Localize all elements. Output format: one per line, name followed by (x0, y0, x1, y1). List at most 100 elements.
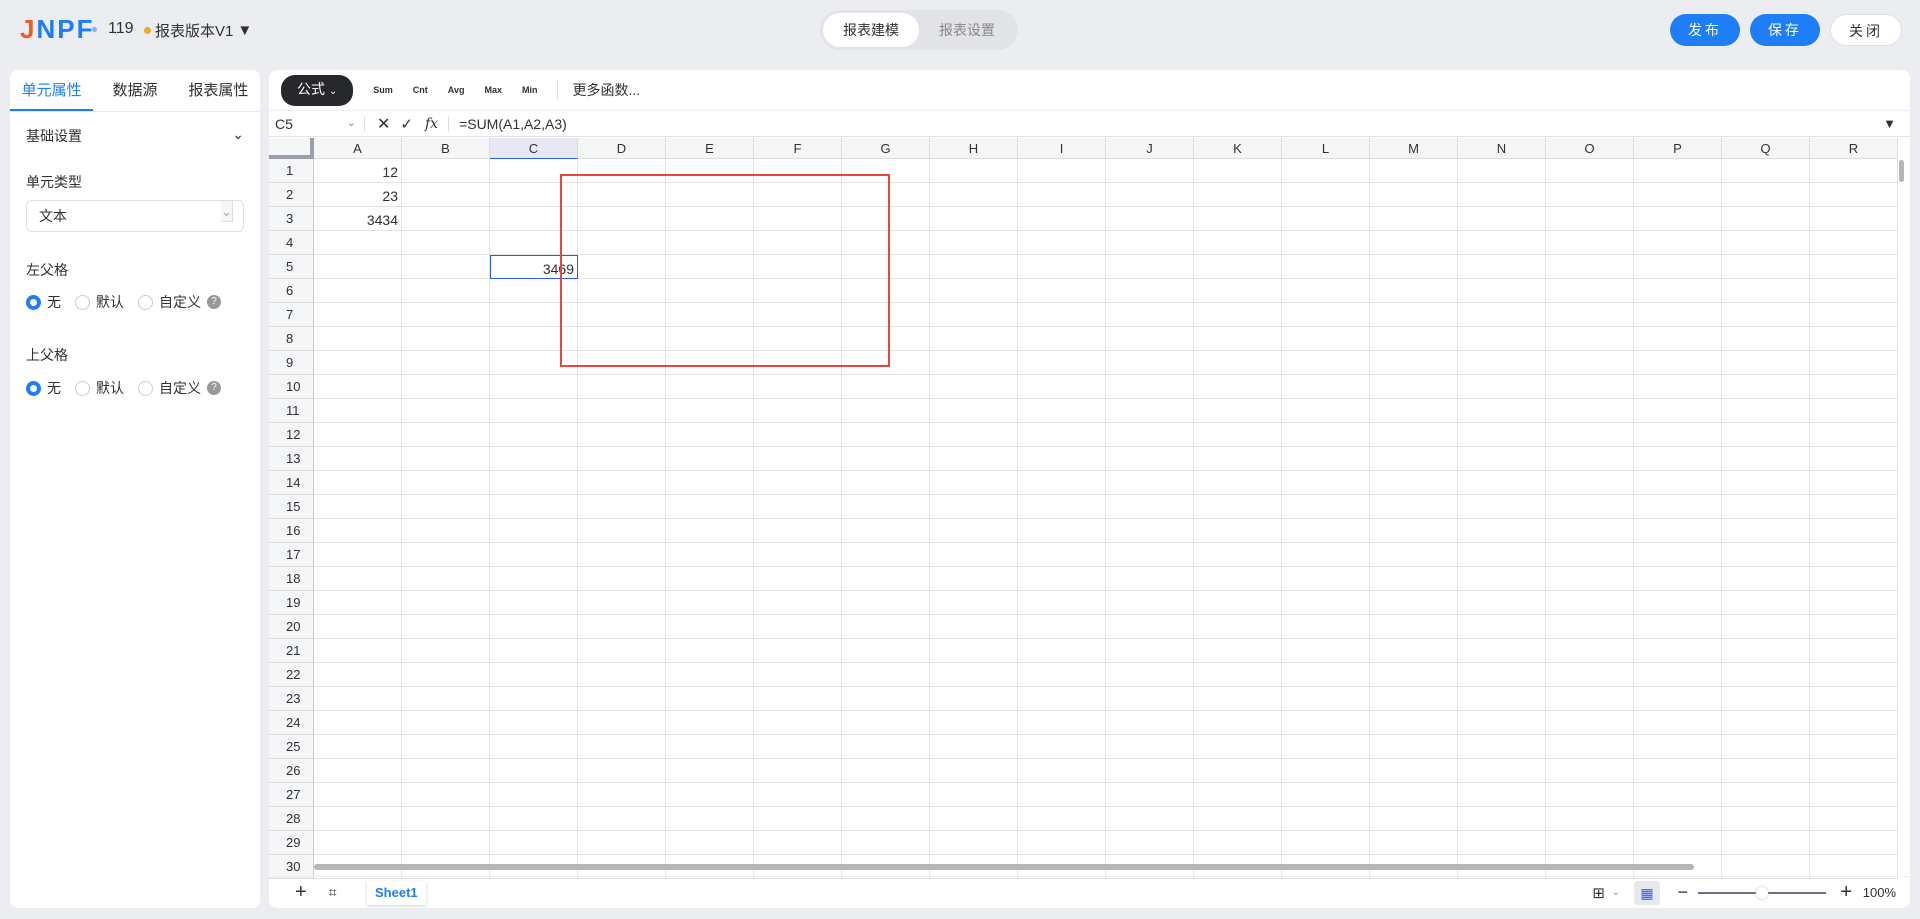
cell-H13[interactable] (930, 447, 1018, 471)
cell-K27[interactable] (1194, 783, 1282, 807)
cell-I18[interactable] (1018, 567, 1106, 591)
row-header[interactable]: 13 (269, 447, 314, 471)
cell-G1[interactable] (842, 159, 930, 183)
cell-J20[interactable] (1106, 615, 1194, 639)
cell-M22[interactable] (1370, 663, 1458, 687)
cell-Q9[interactable] (1722, 351, 1810, 375)
cell-J14[interactable] (1106, 471, 1194, 495)
cell-O4[interactable] (1546, 231, 1634, 255)
cell-O19[interactable] (1546, 591, 1634, 615)
cell-I9[interactable] (1018, 351, 1106, 375)
cell-P15[interactable] (1634, 495, 1722, 519)
cell-B11[interactable] (402, 399, 490, 423)
radio-left-custom[interactable]: 自定义? (138, 292, 221, 312)
cell-K12[interactable] (1194, 423, 1282, 447)
cell-I23[interactable] (1018, 687, 1106, 711)
column-header[interactable]: O (1546, 138, 1634, 159)
cell-R16[interactable] (1810, 519, 1898, 543)
cell-Q10[interactable] (1722, 375, 1810, 399)
cell-A23[interactable] (314, 687, 402, 711)
cell-A25[interactable] (314, 735, 402, 759)
cell-C29[interactable] (490, 831, 578, 855)
cell-L26[interactable] (1282, 759, 1370, 783)
cell-H23[interactable] (930, 687, 1018, 711)
cell-C25[interactable] (490, 735, 578, 759)
cell-F11[interactable] (754, 399, 842, 423)
cell-C28[interactable] (490, 807, 578, 831)
cell-O15[interactable] (1546, 495, 1634, 519)
cell-H10[interactable] (930, 375, 1018, 399)
zoom-slider[interactable] (1698, 886, 1826, 899)
cell-D15[interactable] (578, 495, 666, 519)
cell-B29[interactable] (402, 831, 490, 855)
cell-O28[interactable] (1546, 807, 1634, 831)
cell-P24[interactable] (1634, 711, 1722, 735)
cell-D2[interactable] (578, 183, 666, 207)
basic-settings-header[interactable]: 基础设置 ⌄ (26, 126, 244, 146)
cell-Q6[interactable] (1722, 279, 1810, 303)
radio-top-custom[interactable]: 自定义? (138, 378, 221, 398)
cell-I16[interactable] (1018, 519, 1106, 543)
row-header[interactable]: 27 (269, 783, 314, 807)
zoom-slider-handle[interactable] (1756, 886, 1768, 899)
cell-L20[interactable] (1282, 615, 1370, 639)
cell-F16[interactable] (754, 519, 842, 543)
row-header[interactable]: 22 (269, 663, 314, 687)
row-header[interactable]: 20 (269, 615, 314, 639)
cell-F3[interactable] (754, 207, 842, 231)
cell-H28[interactable] (930, 807, 1018, 831)
cell-R13[interactable] (1810, 447, 1898, 471)
cell-O26[interactable] (1546, 759, 1634, 783)
cell-G19[interactable] (842, 591, 930, 615)
cell-D11[interactable] (578, 399, 666, 423)
cell-J1[interactable] (1106, 159, 1194, 183)
cell-E8[interactable] (666, 327, 754, 351)
cell-R19[interactable] (1810, 591, 1898, 615)
cell-C8[interactable] (490, 327, 578, 351)
cell-C27[interactable] (490, 783, 578, 807)
cell-F15[interactable] (754, 495, 842, 519)
sum-button[interactable]: Sum (373, 85, 393, 95)
cell-Q19[interactable] (1722, 591, 1810, 615)
cell-K28[interactable] (1194, 807, 1282, 831)
cell-O29[interactable] (1546, 831, 1634, 855)
row-header[interactable]: 24 (269, 711, 314, 735)
cell-E28[interactable] (666, 807, 754, 831)
cell-B9[interactable] (402, 351, 490, 375)
cell-I10[interactable] (1018, 375, 1106, 399)
cell-J3[interactable] (1106, 207, 1194, 231)
cell-F2[interactable] (754, 183, 842, 207)
cell-B14[interactable] (402, 471, 490, 495)
cell-E24[interactable] (666, 711, 754, 735)
close-button[interactable]: 关闭 (1830, 14, 1902, 46)
row-header[interactable]: 2 (269, 183, 314, 207)
cell-P3[interactable] (1634, 207, 1722, 231)
cell-I13[interactable] (1018, 447, 1106, 471)
cell-E16[interactable] (666, 519, 754, 543)
row-header[interactable]: 15 (269, 495, 314, 519)
cell-J8[interactable] (1106, 327, 1194, 351)
cell-C2[interactable] (490, 183, 578, 207)
cell-J4[interactable] (1106, 231, 1194, 255)
cell-Q11[interactable] (1722, 399, 1810, 423)
cell-H16[interactable] (930, 519, 1018, 543)
cell-A12[interactable] (314, 423, 402, 447)
row-header[interactable]: 4 (269, 231, 314, 255)
expand-caret-icon[interactable]: ▼ (1883, 116, 1896, 131)
cell-O22[interactable] (1546, 663, 1634, 687)
cell-I8[interactable] (1018, 327, 1106, 351)
cell-A9[interactable] (314, 351, 402, 375)
cell-E6[interactable] (666, 279, 754, 303)
fx-icon[interactable]: fx (425, 115, 450, 132)
cell-F20[interactable] (754, 615, 842, 639)
cell-E3[interactable] (666, 207, 754, 231)
cell-G10[interactable] (842, 375, 930, 399)
row-header[interactable]: 8 (269, 327, 314, 351)
cell-J12[interactable] (1106, 423, 1194, 447)
cell-N17[interactable] (1458, 543, 1546, 567)
cell-M27[interactable] (1370, 783, 1458, 807)
cell-H7[interactable] (930, 303, 1018, 327)
cell-A20[interactable] (314, 615, 402, 639)
version-dropdown[interactable]: 报表版本V1 ▼ (144, 20, 252, 41)
cell-E22[interactable] (666, 663, 754, 687)
